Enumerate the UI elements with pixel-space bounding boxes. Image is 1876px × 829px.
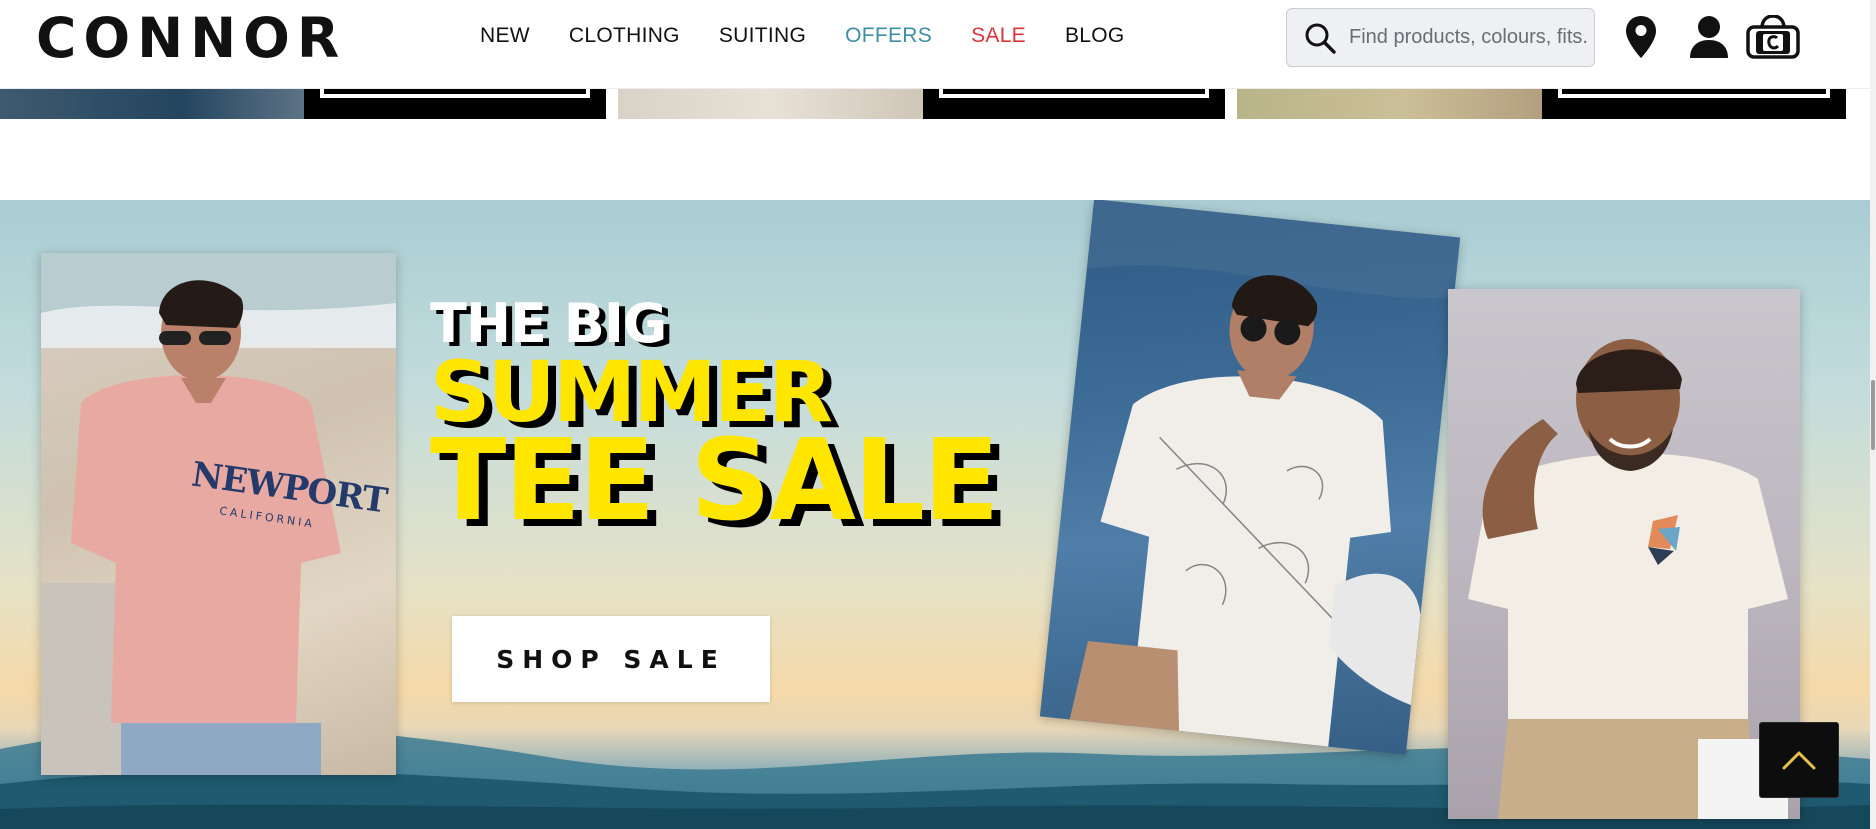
account-icon[interactable] [1688, 15, 1730, 59]
nav-item-offers[interactable]: OFFERS [845, 24, 932, 48]
search-input[interactable] [1347, 25, 1591, 50]
tile-label-card[interactable] [923, 88, 1225, 119]
tile-photo[interactable] [618, 88, 923, 119]
model-photo-paisley-tee[interactable] [1039, 200, 1461, 755]
main-nav: NEW CLOTHING SUITING OFFERS SALE BLOG [480, 20, 1164, 52]
model-illustration [1468, 339, 1788, 819]
tile-photo[interactable] [1237, 88, 1542, 119]
scrollbar-thumb[interactable] [1871, 380, 1875, 450]
search-box[interactable] [1286, 8, 1595, 67]
location-pin-icon[interactable] [1625, 15, 1657, 59]
model-jeans [121, 723, 321, 775]
shop-sale-button[interactable]: SHOP SALE [452, 616, 770, 702]
tile-photo[interactable] [0, 88, 304, 119]
nav-item-new[interactable]: NEW [480, 24, 530, 48]
summer-tee-sale-banner[interactable]: NEWPORT CALIFORNIA THE BIG SUMMER TEE SA… [0, 200, 1870, 829]
search-icon[interactable] [1303, 21, 1337, 55]
sale-headline: THE BIG SUMMER TEE SALE [430, 295, 1000, 546]
nav-item-clothing[interactable]: CLOTHING [569, 24, 680, 48]
nav-item-blog[interactable]: BLOG [1065, 24, 1125, 48]
model-photo-cream-tee[interactable] [1448, 289, 1800, 819]
model-photo-pink-tee[interactable]: NEWPORT CALIFORNIA [41, 253, 396, 775]
brand-logo[interactable]: CONNOR [36, 8, 346, 68]
headline-line-tee-sale: TEE SALE [430, 416, 1000, 546]
chevron-up-icon [1782, 751, 1816, 770]
category-tiles-strip [0, 88, 1870, 119]
model-illustration [1069, 200, 1461, 747]
nav-item-sale[interactable]: SALE [971, 24, 1026, 48]
shopping-bag-icon[interactable] [1746, 15, 1800, 59]
tile-label-card[interactable] [1542, 88, 1846, 119]
back-to-top-button[interactable] [1759, 722, 1839, 798]
tile-label-card[interactable] [304, 88, 606, 119]
site-header: CONNOR NEW CLOTHING SUITING OFFERS SALE … [0, 0, 1870, 89]
nav-item-suiting[interactable]: SUITING [719, 24, 806, 48]
